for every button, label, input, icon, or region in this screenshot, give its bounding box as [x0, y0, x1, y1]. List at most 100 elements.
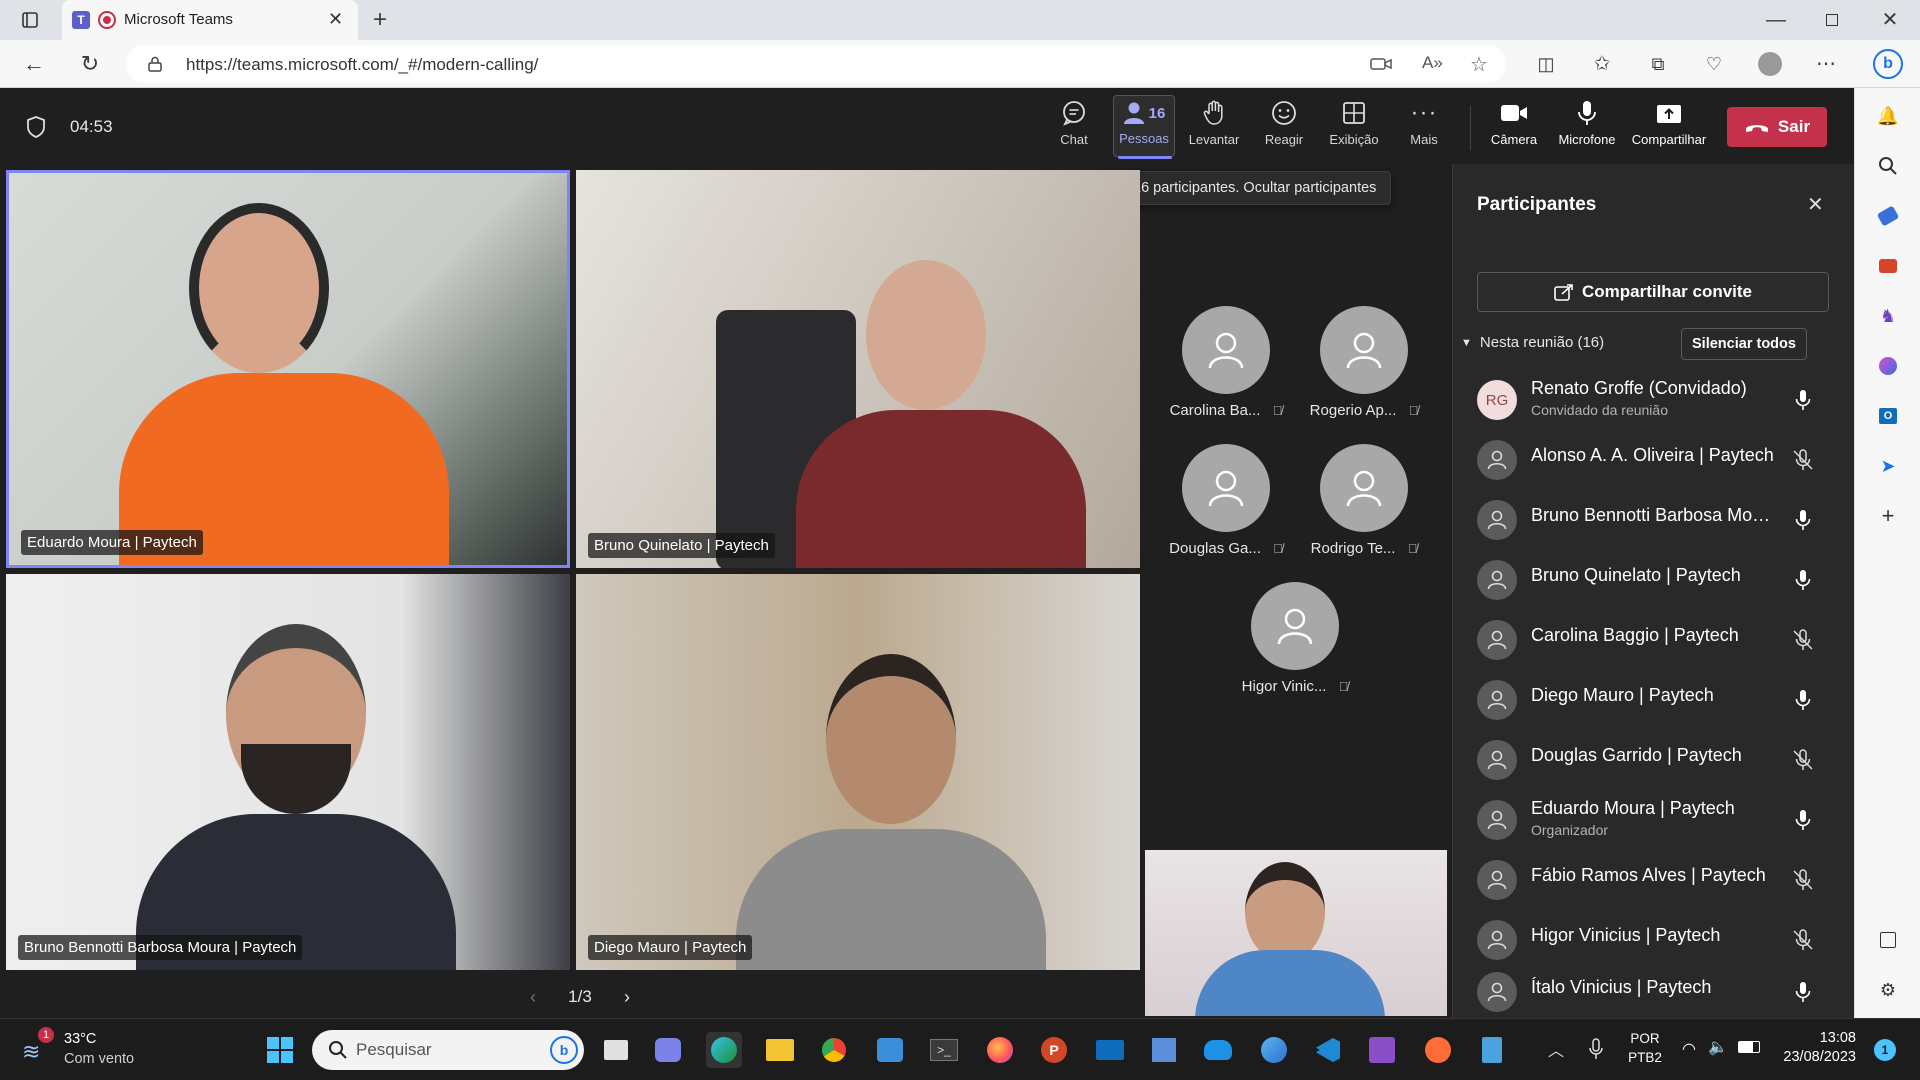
show-hidden-icons-chevron[interactable]: ︿ — [1548, 1037, 1564, 1061]
camera-button[interactable]: Câmera — [1483, 98, 1545, 156]
browser-tab[interactable]: T Microsoft Teams ✕ — [62, 0, 358, 40]
drop-send-icon[interactable]: ➤ — [1876, 454, 1900, 478]
edge-browser-icon[interactable] — [706, 1032, 742, 1068]
settings-more-icon[interactable]: ⋯ — [1812, 50, 1840, 78]
task-view-icon[interactable] — [598, 1032, 634, 1068]
vscode-icon[interactable] — [1310, 1032, 1346, 1068]
leave-label: Sair — [1777, 117, 1811, 136]
start-windows-icon[interactable] — [262, 1032, 298, 1068]
split-screen-icon[interactable]: ◫ — [1532, 50, 1560, 78]
people-tooltip-text: 16 participantes. Ocultar participantes — [1133, 180, 1377, 196]
microphone-button[interactable]: Microfone — [1555, 98, 1619, 156]
notification-center-badge[interactable]: 1 — [1874, 1039, 1896, 1061]
firefox-icon[interactable] — [982, 1032, 1018, 1068]
new-tab-icon[interactable]: + — [366, 6, 394, 34]
browser-essentials-icon[interactable]: ♡ — [1700, 50, 1728, 78]
weather-widget[interactable]: ≋ 1 33°C Com vento — [20, 1027, 160, 1073]
favorites-icon[interactable]: ✩ — [1588, 50, 1616, 78]
participant-row[interactable]: Eduardo Moura | Paytech Organizador — [1477, 792, 1837, 844]
notifications-bell-icon[interactable]: 🔔 — [1876, 104, 1900, 128]
read-aloud-icon[interactable]: A» — [1422, 53, 1443, 73]
powerpoint-icon[interactable]: P — [1036, 1032, 1072, 1068]
mail-icon[interactable] — [1092, 1032, 1128, 1068]
azure-storage-icon[interactable] — [872, 1032, 908, 1068]
terminal-icon[interactable]: >_ — [926, 1032, 962, 1068]
sidebar-settings-gear-icon[interactable]: ⚙ — [1876, 978, 1900, 1002]
profile-avatar[interactable] — [1756, 50, 1784, 78]
shopping-tag-icon[interactable] — [1876, 204, 1900, 228]
people-button[interactable]: 16 Pessoas — [1113, 95, 1175, 159]
battery-icon[interactable] — [1738, 1041, 1760, 1053]
participant-row[interactable]: Douglas Garrido | Paytech — [1477, 732, 1837, 784]
video-tile-bruno-bennotti[interactable]: Bruno Bennotti Barbosa Moura | Paytech — [6, 574, 570, 970]
input-language[interactable]: POR PTB2 — [1620, 1029, 1670, 1067]
hide-sidebar-icon[interactable] — [1876, 928, 1900, 952]
share-invite-button[interactable]: Compartilhar convite — [1477, 272, 1829, 312]
add-app-icon[interactable]: + — [1876, 503, 1900, 528]
view-button[interactable]: Exibição — [1323, 98, 1385, 156]
video-tile-diego[interactable]: Diego Mauro | Paytech — [576, 574, 1140, 970]
back-icon[interactable]: ← — [20, 50, 48, 78]
avatar-tile[interactable]: Rogerio Ap... 🎙̸ — [1294, 306, 1434, 419]
avatar-tile[interactable]: Douglas Ga... 🎙̸ — [1156, 444, 1296, 557]
avatar-tile[interactable]: Carolina Ba... 🎙̸ — [1156, 306, 1296, 419]
visual-studio-preview-icon[interactable] — [1364, 1032, 1400, 1068]
docker-icon[interactable] — [1200, 1032, 1236, 1068]
close-window-icon[interactable]: ✕ — [1876, 6, 1904, 34]
leave-button[interactable]: Sair — [1727, 107, 1827, 147]
more-button[interactable]: ··· Mais — [1393, 98, 1455, 156]
microsoft365-icon[interactable] — [1876, 354, 1900, 378]
share-button[interactable]: Compartilhar — [1629, 98, 1709, 156]
participant-row[interactable]: Ítalo Vinicius | Paytech — [1477, 964, 1837, 1016]
mic-muted-icon — [1793, 869, 1813, 890]
tab-actions-icon[interactable] — [16, 6, 44, 34]
video-tile-bruno-quinelato[interactable]: Bruno Quinelato | Paytech — [576, 170, 1140, 568]
participant-row[interactable]: Bruno Quinelato | Paytech — [1477, 552, 1837, 604]
next-page-icon[interactable]: › — [624, 987, 630, 1008]
participant-row[interactable]: Carolina Baggio | Paytech — [1477, 612, 1837, 664]
close-panel-icon[interactable]: ✕ — [1807, 192, 1824, 217]
prev-page-icon[interactable]: ‹ — [530, 987, 536, 1008]
participant-row[interactable]: Alonso A. A. Oliveira | Paytech — [1477, 432, 1837, 484]
refresh-icon[interactable]: ↻ — [76, 50, 104, 78]
chat-button[interactable]: Chat — [1043, 98, 1105, 156]
bing-copilot-icon[interactable]: b — [1872, 48, 1904, 80]
postman-icon[interactable] — [1420, 1032, 1456, 1068]
browser-app-icon[interactable] — [1256, 1032, 1292, 1068]
camera-permission-icon[interactable] — [1370, 54, 1392, 74]
video-tile-eduardo[interactable]: Eduardo Moura | Paytech — [6, 170, 570, 568]
teams-chat-icon[interactable] — [650, 1032, 686, 1068]
participant-row[interactable]: Fábio Ramos Alves | Paytech — [1477, 852, 1837, 904]
self-view-video[interactable] — [1145, 850, 1447, 1016]
games-chess-icon[interactable]: ♞ — [1876, 304, 1900, 328]
participant-row[interactable]: Higor Vinicius | Paytech — [1477, 912, 1837, 964]
participant-row[interactable]: Diego Mauro | Paytech — [1477, 672, 1837, 724]
react-button[interactable]: Reagir — [1253, 98, 1315, 156]
avatar-tile[interactable]: Higor Vinic... 🎙̸ — [1225, 582, 1365, 695]
avatar-tile[interactable]: Rodrigo Te... 🎙̸ — [1294, 444, 1434, 557]
clock[interactable]: 13:08 23/08/2023 — [1772, 1029, 1856, 1067]
raise-hand-button[interactable]: Levantar — [1183, 98, 1245, 156]
url-field[interactable]: https://teams.microsoft.com/_#/modern-ca… — [126, 45, 1506, 83]
participant-row[interactable]: RG Renato Groffe (Convidado) Convidado d… — [1477, 372, 1837, 424]
collections-icon[interactable]: ⧉ — [1644, 50, 1672, 78]
participant-row[interactable]: Bruno Bennotti Barbosa Mour... — [1477, 492, 1837, 544]
volume-icon[interactable]: 🔈 — [1708, 1037, 1728, 1057]
outlook-icon[interactable]: O — [1876, 404, 1900, 428]
taskbar-search[interactable]: Pesquisar b — [312, 1030, 584, 1070]
wifi-icon[interactable]: ◠ — [1682, 1039, 1696, 1059]
notepad-icon[interactable] — [1474, 1032, 1510, 1068]
tray-mic-icon[interactable] — [1588, 1037, 1604, 1061]
chrome-icon[interactable] — [816, 1032, 852, 1068]
network-app-icon[interactable] — [1146, 1032, 1182, 1068]
shield-icon[interactable] — [26, 116, 46, 138]
search-icon[interactable] — [1876, 154, 1900, 178]
minimize-icon[interactable]: — — [1762, 6, 1790, 34]
mute-all-button[interactable]: Silenciar todos — [1681, 328, 1807, 360]
favorite-star-icon[interactable]: ☆ — [1470, 52, 1488, 77]
maximize-icon[interactable] — [1818, 6, 1846, 34]
file-explorer-icon[interactable] — [762, 1032, 798, 1068]
section-toggle[interactable]: ▼ Nesta reunião (16) — [1461, 334, 1604, 351]
tools-briefcase-icon[interactable] — [1876, 254, 1900, 278]
close-tab-icon[interactable]: ✕ — [328, 9, 343, 30]
